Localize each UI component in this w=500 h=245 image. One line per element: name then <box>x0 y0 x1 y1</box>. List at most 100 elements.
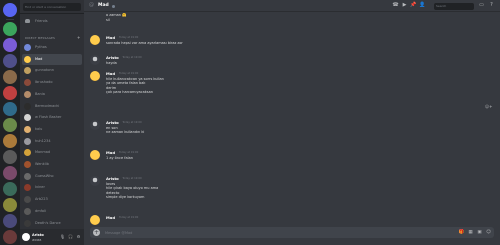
message-text: simple diye korkuyom <box>106 195 145 200</box>
server-icon[interactable] <box>3 102 17 116</box>
server-icon[interactable] <box>3 214 17 228</box>
dm-item[interactable]: GuessWho <box>22 171 82 182</box>
message-text: hile çıkalı baya oluyo mu ama <box>106 186 159 191</box>
avatar[interactable] <box>90 176 100 186</box>
message-input[interactable]: Message @Mad <box>105 231 132 235</box>
gift-icon[interactable]: 🎁 <box>458 229 465 236</box>
headphones-icon[interactable]: 🎧 <box>68 234 73 240</box>
message-text: derim <box>106 85 117 90</box>
message-author[interactable]: Aristo <box>106 176 119 181</box>
friends-label: Friends <box>35 19 48 23</box>
user-panel: Aristo #0965 🎙 🎧 ⚙ <box>20 229 84 245</box>
dm-item[interactable]: Arb223 <box>22 194 82 205</box>
microphone-icon[interactable]: 🎙 <box>60 234 65 240</box>
message-author[interactable]: Aristo <box>106 120 119 125</box>
message-timestamp: Today at 19:00 <box>119 215 139 219</box>
message-text: o zaman 🤗 <box>106 13 127 17</box>
status-indicator <box>112 4 115 8</box>
message-author[interactable]: Aristo <box>106 55 119 60</box>
message-text: çok para harcamıyacaksan <box>106 90 153 95</box>
friends-button[interactable]: Friends <box>22 16 82 27</box>
avatar[interactable] <box>90 71 100 81</box>
server-icon[interactable] <box>3 70 17 84</box>
avatar <box>24 137 31 145</box>
server-icon[interactable] <box>3 198 17 212</box>
add-member-icon[interactable]: 👤 <box>419 2 426 9</box>
dm-item-label: Wenklib <box>35 162 49 166</box>
server-icon[interactable] <box>3 22 17 36</box>
help-icon[interactable]: ? <box>488 2 495 9</box>
message-text: ya da umeta falan bak <box>106 81 146 86</box>
server-icon[interactable] <box>3 166 17 180</box>
avatar <box>24 90 31 98</box>
message-timestamp: Today at 19:00 <box>119 35 139 39</box>
emoji-icon[interactable]: ☺ <box>485 229 492 236</box>
user-name: Aristo <box>32 233 44 237</box>
avatar[interactable] <box>90 35 100 45</box>
dm-item-label: huh1234 <box>35 138 51 143</box>
server-icon[interactable] <box>3 54 17 68</box>
dm-item[interactable]: gunnotonn <box>22 65 82 76</box>
avatar[interactable] <box>90 150 100 160</box>
home-button[interactable] <box>3 3 17 17</box>
create-dm-plus-icon[interactable]: + <box>77 35 80 40</box>
avatar <box>24 196 31 204</box>
dm-item[interactable]: kalu <box>22 124 82 135</box>
dm-item[interactable]: Bania <box>22 89 82 100</box>
dm-item-label: Bania <box>35 91 45 96</box>
server-icon[interactable] <box>3 134 17 148</box>
avatar <box>24 172 31 180</box>
server-icon[interactable] <box>3 182 17 196</box>
dm-item[interactable]: Death's Dance <box>22 218 82 229</box>
gear-icon[interactable]: ⚙ <box>76 234 81 240</box>
pin-icon[interactable]: 📌 <box>410 2 417 9</box>
dm-item-label: dmfoli <box>35 208 46 213</box>
dm-item[interactable]: Wenklib <box>22 159 82 170</box>
video-icon[interactable]: ▶ <box>401 2 408 9</box>
chat-header: @ Mad ☎ ▶ 📌 👤 Search ▭ ? <box>84 0 500 12</box>
message-text: ne zaman kullandın ki <box>106 130 145 135</box>
server-icon[interactable] <box>3 118 17 132</box>
avatar <box>24 184 31 192</box>
dm-item[interactable]: w Flash Basher <box>22 112 82 123</box>
dm-search-input[interactable]: Find or start a conversation <box>23 3 81 11</box>
message-text: sonrada hepsi var ama ayarlaması biraz z… <box>106 40 183 45</box>
guild-separator <box>6 19 14 20</box>
dm-item[interactable]: huh1234 <box>22 136 82 147</box>
server-icon[interactable] <box>3 38 17 52</box>
dm-item[interactable]: Monmad <box>22 147 82 158</box>
inbox-icon[interactable]: ▭ <box>478 2 485 9</box>
attach-plus-icon[interactable]: + <box>93 229 100 236</box>
avatar[interactable] <box>90 120 100 130</box>
server-icon[interactable] <box>3 150 17 164</box>
gif-icon[interactable]: ▦ <box>467 229 474 236</box>
dm-item[interactable]: Iviner <box>22 182 82 193</box>
message-author[interactable]: Mad <box>106 150 115 155</box>
guild-rail <box>0 0 20 245</box>
message-author[interactable]: Mad <box>106 71 115 76</box>
dm-sidebar: Find or start a conversation Friends DIR… <box>20 0 84 245</box>
server-icon[interactable] <box>3 86 17 100</box>
avatar[interactable] <box>90 215 100 225</box>
avatar <box>24 55 31 63</box>
dm-item[interactable]: Mad <box>22 53 82 65</box>
avatar <box>24 161 31 168</box>
dm-item[interactable]: Bermodmachi <box>22 101 82 112</box>
dm-item[interactable]: Ibrushado <box>22 77 82 88</box>
add-reaction-icon[interactable]: ☺+ <box>485 104 493 109</box>
phone-icon[interactable]: ☎ <box>392 2 399 9</box>
avatar[interactable] <box>22 233 30 241</box>
dm-item-label: GuessWho <box>35 173 54 178</box>
header-search-input[interactable]: Search <box>434 2 474 10</box>
message-composer[interactable]: + Message @Mad 🎁 ▦ ▣ ☺ <box>90 227 494 238</box>
message-author[interactable]: Mad <box>106 215 115 220</box>
avatar[interactable] <box>90 55 100 65</box>
message-author[interactable]: Mad <box>106 35 115 40</box>
message-list: o zaman 🤗 sil Mad Today at 19:00 sonrada hep… <box>84 13 500 225</box>
dm-item[interactable]: Pythos <box>22 42 82 53</box>
avatar <box>24 149 31 157</box>
dm-item[interactable]: dmfoli <box>22 206 82 217</box>
divider <box>20 13 84 14</box>
sticker-icon[interactable]: ▣ <box>476 229 483 236</box>
server-icon[interactable] <box>3 230 17 244</box>
